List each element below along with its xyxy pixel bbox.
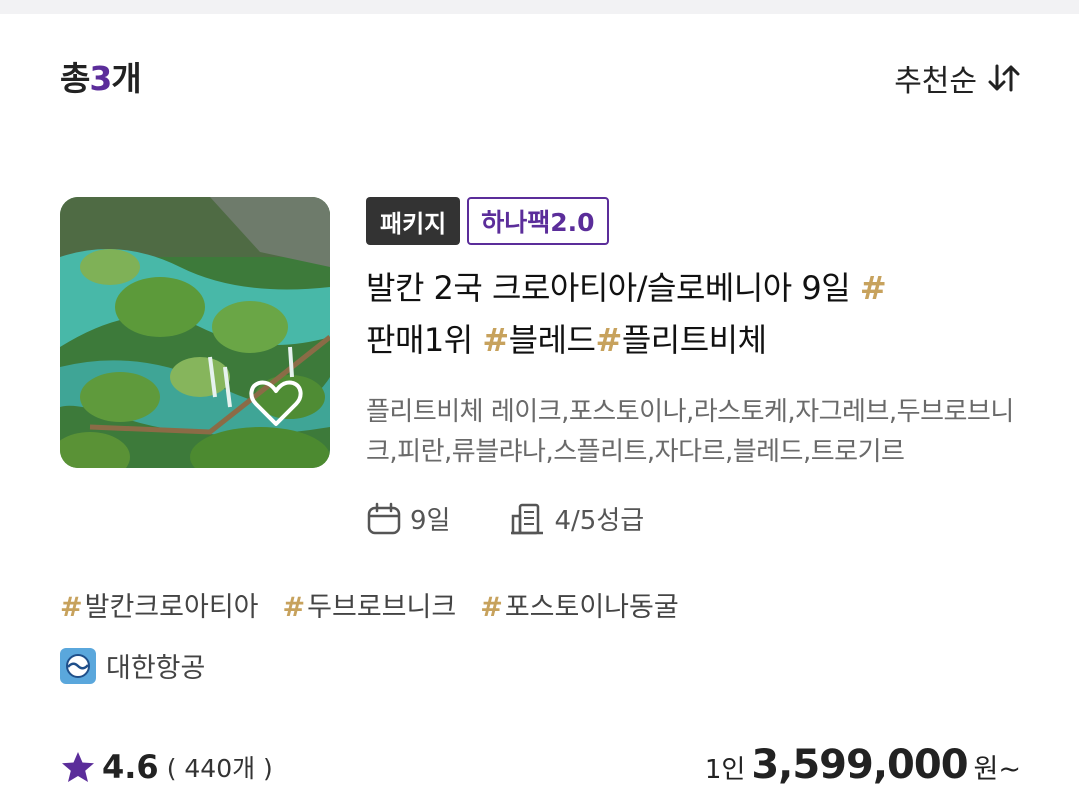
calendar-icon bbox=[367, 502, 401, 534]
hashtag-item[interactable]: #포스토이나동굴 bbox=[480, 585, 679, 624]
hashtag-symbol: # bbox=[480, 592, 503, 623]
airline-name: 대한항공 bbox=[106, 653, 206, 684]
title-hash: # bbox=[859, 269, 887, 307]
hotel-grade-text: 4/5성급 bbox=[554, 506, 645, 536]
heart-icon[interactable] bbox=[248, 378, 304, 428]
count-number: 3 bbox=[89, 59, 112, 98]
hashtag-text: 포스토이나동굴 bbox=[504, 592, 679, 623]
title-text-2: 판매1위 bbox=[366, 321, 483, 359]
title-tag: 플리트비체 bbox=[621, 321, 767, 359]
hashtag-item[interactable]: #두브로브니크 bbox=[283, 585, 457, 624]
hashtag-list: #발칸크로아티아 #두브로브니크 #포스토이나동굴 bbox=[60, 585, 679, 624]
airline-logo-icon bbox=[60, 647, 96, 684]
top-strip bbox=[0, 0, 1079, 14]
sort-button[interactable]: 추천순 bbox=[894, 56, 1021, 100]
hashtag-item[interactable]: #발칸크로아티아 bbox=[60, 585, 259, 624]
product-meta: 9일 4/5성급 bbox=[366, 500, 644, 537]
hashtag-text: 발칸크로아티아 bbox=[84, 592, 259, 623]
price-unit: 원~ bbox=[973, 754, 1021, 785]
result-count: 총3개 bbox=[60, 52, 142, 100]
count-prefix: 총 bbox=[60, 59, 90, 98]
duration-info: 9일 bbox=[366, 500, 450, 537]
type-badge: 패키지 bbox=[366, 197, 461, 245]
rating: 4.6 ( 440개 ) bbox=[60, 748, 273, 786]
sort-icon bbox=[988, 64, 1020, 92]
title-text-1: 발칸 2국 크로아티아/슬로베니아 9일 bbox=[366, 269, 860, 307]
airline-info: 대한항공 bbox=[60, 646, 205, 685]
count-suffix: 개 bbox=[111, 59, 141, 98]
rating-score: 4.6 bbox=[102, 748, 159, 786]
hashtag-symbol: # bbox=[282, 592, 306, 623]
hotel-grade-info: 4/5성급 bbox=[510, 500, 644, 537]
review-count: ( 440개 ) bbox=[166, 754, 273, 783]
product-title[interactable]: 발칸 2국 크로아티아/슬로베니아 9일 # 판매1위 #블레드#플리트비체 bbox=[366, 262, 1006, 366]
hashtag-text: 두브로브니크 bbox=[307, 592, 457, 623]
hashtag-symbol: # bbox=[60, 592, 83, 623]
price-per: 1인 bbox=[704, 755, 746, 785]
badge-group: 패키지 하나팩2.0 bbox=[366, 197, 609, 245]
brand-badge: 하나팩2.0 bbox=[467, 197, 609, 245]
title-hash: # bbox=[482, 321, 509, 359]
price-amount: 3,599,000 bbox=[751, 742, 968, 788]
hotel-icon bbox=[511, 503, 544, 534]
price: 1인 3,599,000 원~ bbox=[705, 742, 1021, 788]
sort-label: 추천순 bbox=[894, 64, 977, 99]
product-description: 플리트비체 레이크,포스토이나,라스토케,자그레브,두브로브니크,피란,류블랴나… bbox=[366, 397, 1014, 467]
star-icon bbox=[62, 752, 94, 782]
title-hash: # bbox=[595, 321, 623, 359]
duration-text: 9일 bbox=[410, 506, 451, 536]
title-tag: 블레드 bbox=[508, 321, 596, 359]
product-image[interactable] bbox=[60, 197, 330, 468]
